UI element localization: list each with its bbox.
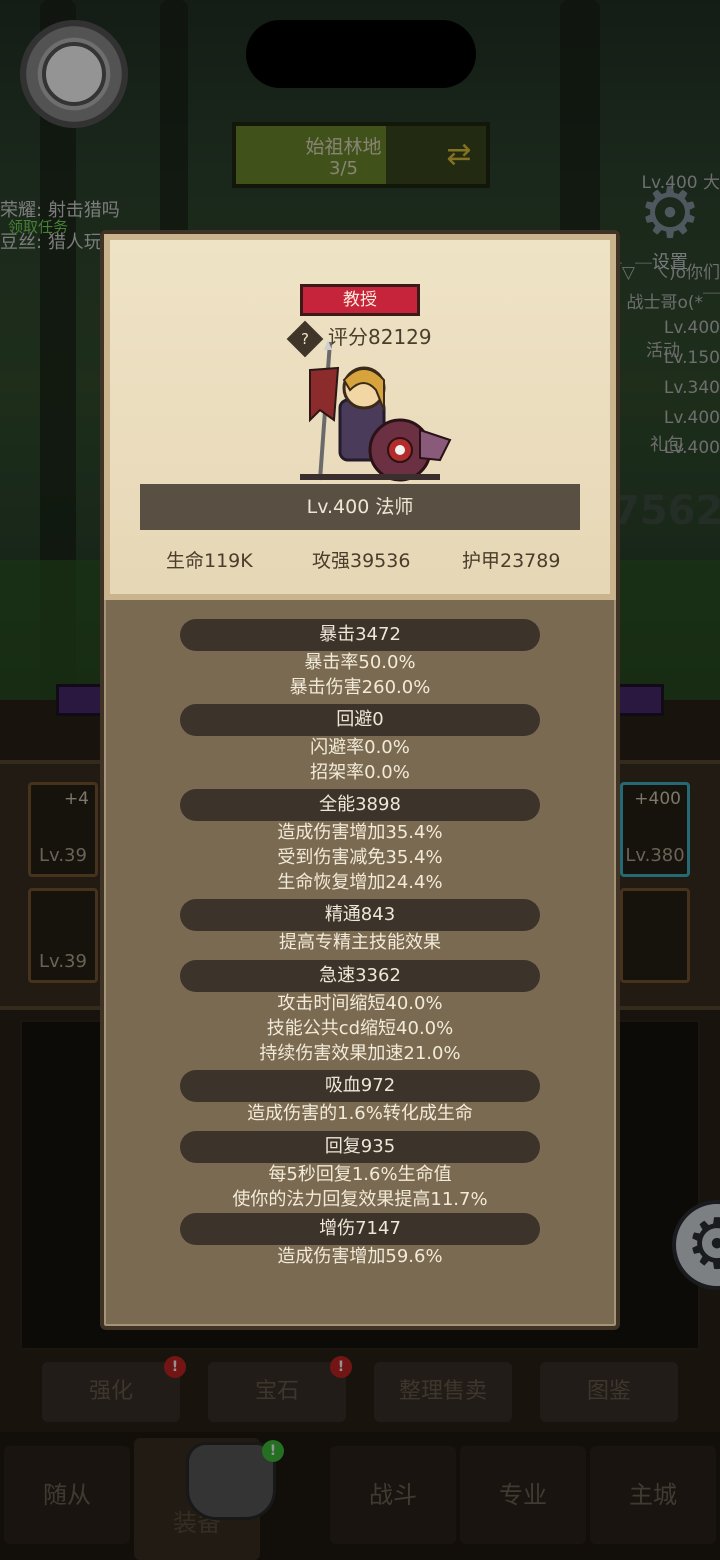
stat-line: 使你的法力回复效果提高11.7% (232, 1189, 488, 1210)
stat-line: 攻击时间缩短40.0% (277, 993, 443, 1014)
stat-header-versatility: 全能3898 (180, 789, 540, 821)
stat-line: 招架率0.0% (310, 762, 410, 783)
stat-line: 暴击率50.0% (304, 652, 416, 673)
stat-header-lifesteal: 吸血972 (180, 1070, 540, 1102)
hero-sprite (300, 340, 452, 482)
stat-line: 提高专精主技能效果 (279, 932, 441, 953)
stat-header-crit: 暴击3472 (180, 619, 540, 651)
stat-line: 生命恢复增加24.4% (277, 872, 443, 893)
stat-line: 暴击伤害260.0% (289, 677, 431, 698)
stat-line: 技能公共cd缩短40.0% (266, 1018, 454, 1039)
hp-stat: 生命119K (166, 550, 253, 572)
stat-line: 每5秒回复1.6%生命值 (268, 1164, 452, 1185)
stat-line: 造成伤害的1.6%转化成生命 (247, 1103, 473, 1124)
stat-header-damage-bonus: 增伤7147 (180, 1213, 540, 1245)
stat-line: 造成伤害增加59.6% (277, 1246, 443, 1267)
stat-line: 受到伤害减免35.4% (277, 847, 443, 868)
stat-header-regen: 回复935 (180, 1131, 540, 1163)
title-badge: 教授 (300, 284, 420, 316)
game-screen: +4 Lv.39 Lv.39 +400 Lv.380 始祖林地 3/5 ⇄ 荣耀… (0, 0, 720, 1560)
stat-line: 持续伤害效果加速21.0% (259, 1043, 461, 1064)
stat-header-avoid: 回避0 (180, 704, 540, 736)
armor-stat: 护甲23789 (462, 550, 561, 572)
stat-line: 造成伤害增加35.4% (277, 822, 443, 843)
stat-header-mastery: 精通843 (180, 899, 540, 931)
stat-line: 闪避率0.0% (310, 737, 410, 758)
attack-stat: 攻强39536 (312, 550, 411, 572)
hero-name-bar: Lv.400 法师 (140, 484, 580, 530)
stat-header-haste: 急速3362 (180, 960, 540, 992)
